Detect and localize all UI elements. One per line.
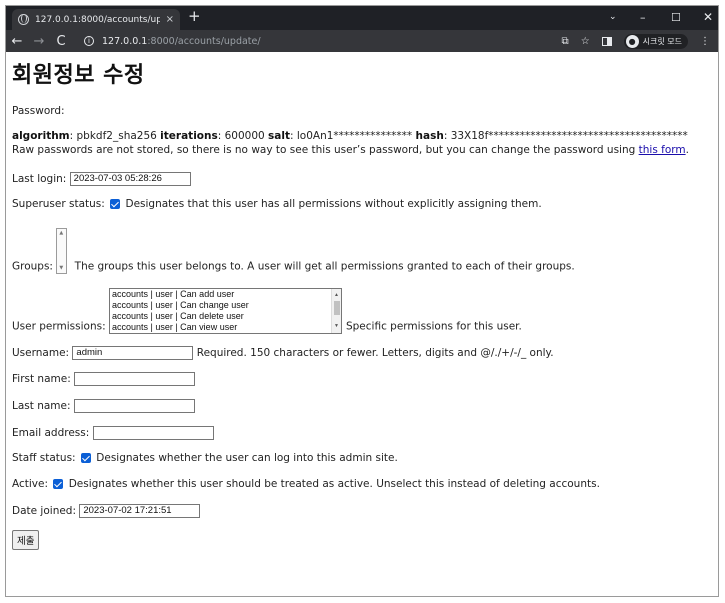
active-checkbox[interactable]: [53, 479, 64, 489]
last-name-input[interactable]: [73, 399, 195, 414]
url-host: 127.0.0.1: [102, 35, 148, 47]
first-name-input[interactable]: [74, 372, 196, 387]
incognito-label: 시크릿 모드: [642, 36, 682, 46]
permission-option[interactable]: accounts | user | Can view user: [110, 322, 341, 333]
user-permissions-select[interactable]: accounts | user | Can add user accounts |…: [108, 287, 342, 334]
password-label: Password:: [12, 104, 65, 117]
permission-option[interactable]: accounts | user | Can change user: [110, 300, 341, 311]
username-row: Username: Required. 150 characters or fe…: [12, 345, 712, 361]
toolbar-actions: ⧉ ☆ ● 시크릿 모드 ⋮: [562, 30, 710, 52]
active-row: Active: Designates whether this user sho…: [12, 478, 712, 492]
username-help: Required. 150 characters or fewer. Lette…: [193, 346, 554, 359]
superuser-label: Superuser status:: [12, 198, 109, 211]
email-row: Email address:: [12, 425, 712, 441]
permission-option[interactable]: accounts | user | Can delete user: [110, 311, 341, 322]
last-login-label: Last login:: [12, 172, 70, 185]
staff-help: Designates whether the user can log into…: [92, 452, 398, 465]
hash-salt-label: salt: [268, 130, 290, 143]
side-panel-icon[interactable]: [601, 36, 612, 46]
minimize-icon[interactable]: –: [640, 6, 646, 28]
hash-hash-label: hash: [415, 130, 444, 143]
permissions-scrollbar[interactable]: ▲ ▼: [330, 288, 341, 333]
date-joined-row: Date joined:: [12, 503, 712, 519]
last-login-input[interactable]: [69, 171, 191, 186]
date-joined-label: Date joined:: [12, 504, 80, 517]
staff-checkbox[interactable]: [80, 453, 91, 464]
scroll-up-icon: ▲: [333, 291, 339, 298]
forward-icon[interactable]: →: [28, 34, 50, 49]
translate-icon[interactable]: ⧉: [562, 36, 569, 47]
site-info-icon[interactable]: i: [84, 36, 94, 46]
scrollbar-thumb[interactable]: [333, 300, 340, 315]
user-permissions-row: User permissions: accounts | user | Can …: [12, 287, 712, 334]
close-window-icon[interactable]: ✕: [703, 6, 713, 28]
password-help-text: Raw passwords are not stored, so there i…: [12, 143, 639, 156]
new-tab-icon[interactable]: +: [188, 7, 201, 25]
email-input[interactable]: [92, 425, 214, 440]
first-name-row: First name:: [12, 372, 712, 387]
groups-label: Groups:: [12, 260, 57, 273]
date-joined-input[interactable]: [79, 503, 201, 518]
url-path: :8000/accounts/update/: [147, 35, 261, 47]
menu-kebab-icon[interactable]: ⋮: [700, 36, 710, 47]
hash-hash-value: : 33X18f********************************…: [443, 130, 688, 143]
superuser-help: Designates that this user has all permis…: [122, 198, 542, 211]
incognito-badge[interactable]: ● 시크릿 모드: [623, 33, 688, 49]
browser-toolbar: ← → C i 127.0.0.1:8000/accounts/update/ …: [6, 30, 718, 52]
tab-title: 127.0.0.1:8000/accounts/update/: [35, 14, 160, 25]
superuser-row: Superuser status: Designates that this u…: [12, 198, 712, 212]
email-label: Email address:: [12, 426, 93, 439]
hash-iterations-label: iterations: [160, 130, 218, 143]
last-name-row: Last name:: [12, 399, 712, 414]
back-icon[interactable]: ←: [6, 34, 28, 49]
hash-salt-value: : lo0An1***************: [290, 130, 416, 143]
password-help: Raw passwords are not stored, so there i…: [12, 144, 712, 158]
scroll-up-icon: ▲: [59, 229, 64, 236]
last-name-label: Last name:: [12, 400, 74, 413]
hash-algorithm-value: : pbkdf2_sha256: [69, 130, 161, 143]
password-hash-summary: algorithm: pbkdf2_sha256 iterations: 600…: [12, 130, 712, 144]
page-content: 회원정보 수정 Password: algorithm: pbkdf2_sha2…: [6, 52, 718, 566]
password-field: algorithm: pbkdf2_sha256 iterations: 600…: [12, 130, 712, 157]
reload-icon[interactable]: C: [50, 34, 72, 49]
hash-algorithm-label: algorithm: [12, 130, 70, 143]
tab-strip: 127.0.0.1:8000/accounts/update/ × + ⌄ – …: [6, 6, 718, 30]
staff-row: Staff status: Designates whether the use…: [12, 452, 712, 466]
bookmark-star-icon[interactable]: ☆: [581, 36, 590, 47]
change-password-link[interactable]: this form: [639, 144, 686, 156]
scroll-down-icon: ▼: [59, 265, 64, 272]
active-help: Designates whether this user should be t…: [65, 478, 600, 490]
user-permissions-help: Specific permissions for this user.: [345, 320, 522, 333]
tab-close-icon[interactable]: ×: [166, 14, 174, 25]
superuser-checkbox[interactable]: [110, 199, 121, 210]
browser-tab[interactable]: 127.0.0.1:8000/accounts/update/ ×: [12, 9, 180, 30]
active-label: Active:: [12, 478, 52, 490]
first-name-label: First name:: [12, 373, 75, 386]
incognito-icon: ●: [625, 34, 639, 48]
username-label: Username:: [12, 346, 73, 359]
staff-label: Staff status:: [12, 452, 79, 465]
hash-iterations-value: : 600000: [217, 130, 269, 143]
username-input[interactable]: [72, 345, 194, 360]
scroll-down-icon: ▼: [333, 322, 339, 329]
maximize-icon[interactable]: ☐: [671, 6, 681, 28]
page-title: 회원정보 수정: [12, 63, 145, 88]
groups-help: The groups this user belongs to. A user …: [71, 260, 575, 273]
user-permissions-label: User permissions:: [12, 320, 109, 333]
groups-row: Groups: ▲ ▼ The groups this user belongs …: [12, 227, 712, 274]
last-login-row: Last login:: [12, 171, 712, 187]
groups-select[interactable]: ▲ ▼: [56, 227, 68, 274]
submit-button[interactable]: 제출: [12, 530, 40, 551]
password-help-end: .: [685, 143, 689, 156]
permission-option[interactable]: accounts | user | Can add user: [110, 289, 341, 300]
submit-row: 제출: [12, 530, 712, 551]
address-bar[interactable]: i 127.0.0.1:8000/accounts/update/: [84, 32, 554, 50]
tab-search-chevron-icon[interactable]: ⌄: [609, 6, 617, 28]
globe-icon: [18, 14, 29, 25]
browser-window: 127.0.0.1:8000/accounts/update/ × + ⌄ – …: [5, 5, 719, 597]
